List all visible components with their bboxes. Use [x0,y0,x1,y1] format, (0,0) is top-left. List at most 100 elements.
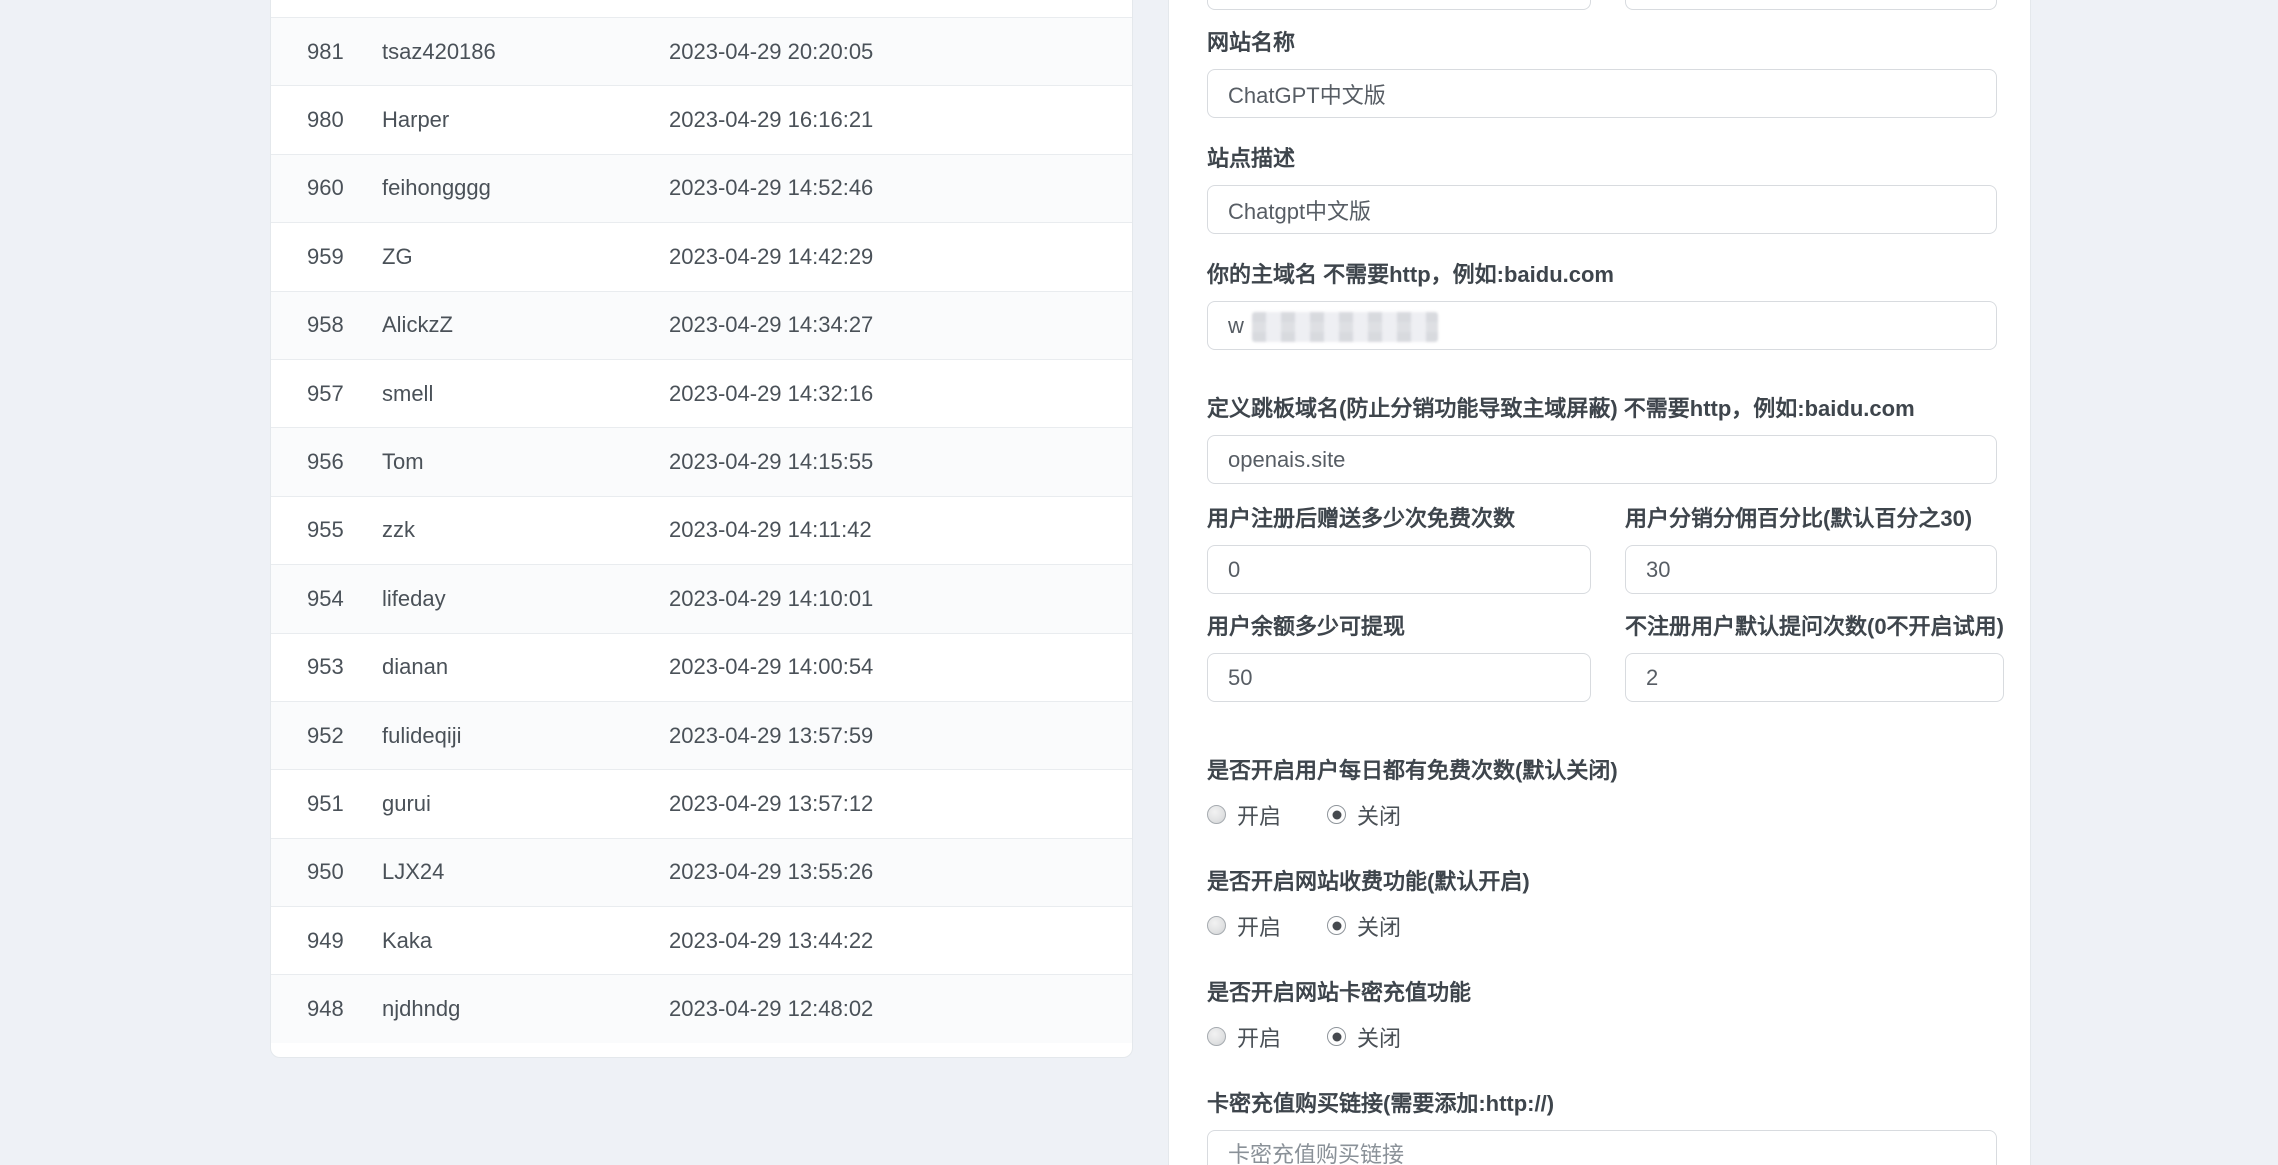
partial-input-left[interactable] [1207,0,1591,10]
radio-button-icon[interactable] [1207,1027,1226,1046]
site-name-label: 网站名称 [1207,30,1997,56]
table-row: 955 zzk 2023-04-29 14:11:42 [271,496,1132,564]
radio-section: 是否开启网站卡密充值功能 开启 关闭 [1207,980,1997,1050]
table-row: 960 feihongggg 2023-04-29 14:52:46 [271,154,1132,222]
trial-times-input[interactable] [1625,653,2004,702]
radio-button-icon[interactable] [1327,1027,1346,1046]
cell-user-id: 948 [271,975,382,1043]
jump-domain-input[interactable] [1207,435,1997,484]
radio-options: 开启 关闭 [1207,912,1997,939]
cell-user-id: 953 [271,633,382,701]
table-row: 958 AlickzZ 2023-04-29 14:34:27 [271,291,1132,359]
field-jump-domain: 定义跳板域名(防止分销功能导致主域屏蔽) 不需要http，例如:baidu.co… [1207,396,1997,484]
cell-user-id: 951 [271,770,382,838]
commission-pct-input[interactable] [1625,545,1997,594]
user-table-body: 981 tsaz420186 2023-04-29 20:20:05 980 H… [271,18,1132,1044]
cell-created-at: 2023-04-29 14:11:42 [669,496,1132,564]
radio-button-icon[interactable] [1327,805,1346,824]
radio-button-icon[interactable] [1207,805,1226,824]
table-row: 980 Harper 2023-04-29 16:16:21 [271,86,1132,154]
field-site-description: 站点描述 [1207,146,1997,234]
radio-options: 开启 关闭 [1207,801,1997,828]
cell-user-id: 980 [271,86,382,154]
field-withdraw-min: 用户余额多少可提现 [1207,614,1591,702]
radio-sections: 是否开启用户每日都有免费次数(默认关闭) 开启 关闭 是否开启网站收费功能(默认… [1207,758,1997,1050]
cell-created-at: 2023-04-29 14:32:16 [669,359,1132,427]
table-row: 952 fulideqiji 2023-04-29 13:57:59 [271,701,1132,769]
cell-created-at: 2023-04-29 14:34:27 [669,291,1132,359]
cell-username: tsaz420186 [382,18,669,86]
cell-user-id: 957 [271,359,382,427]
radio-option-label: 关闭 [1357,1021,1401,1053]
table-row: 949 Kaka 2023-04-29 13:44:22 [271,907,1132,975]
radio-options: 开启 关闭 [1207,1023,1997,1050]
table-row: 956 Tom 2023-04-29 14:15:55 [271,428,1132,496]
cell-user-id: 960 [271,154,382,222]
cell-username: dianan [382,633,669,701]
field-card-link: 卡密充值购买链接(需要添加:http://) [1207,1091,1997,1165]
cell-user-id: 956 [271,428,382,496]
cell-user-id: 950 [271,838,382,906]
table-row: 953 dianan 2023-04-29 14:00:54 [271,633,1132,701]
radio-option[interactable]: 关闭 [1327,799,1401,831]
cell-username: AlickzZ [382,291,669,359]
site-description-label: 站点描述 [1207,146,1997,172]
radio-option[interactable]: 开启 [1207,1021,1281,1053]
cell-created-at: 2023-04-29 16:16:21 [669,86,1132,154]
cell-created-at: 2023-04-29 14:10:01 [669,565,1132,633]
field-free-times: 用户注册后赠送多少次免费次数 [1207,506,1591,594]
cell-created-at: 2023-04-29 14:15:55 [669,428,1132,496]
table-row: 959 ZG 2023-04-29 14:42:29 [271,223,1132,291]
site-name-input[interactable] [1207,69,1997,118]
cell-user-id: 954 [271,565,382,633]
cell-username: Harper [382,86,669,154]
cell-username: fulideqiji [382,701,669,769]
cell-username: smell [382,359,669,427]
redaction-blur [1252,312,1438,342]
radio-section-label: 是否开启用户每日都有免费次数(默认关闭) [1207,758,1997,784]
trial-times-label: 不注册用户默认提问次数(0不开启试用) [1625,614,2004,640]
radio-button-icon[interactable] [1207,916,1226,935]
radio-option[interactable]: 关闭 [1327,1021,1401,1053]
field-commission-pct: 用户分销分佣百分比(默认百分之30) [1625,506,1997,594]
field-main-domain: 你的主域名 不需要http，例如:baidu.com w [1207,262,1997,350]
radio-section: 是否开启用户每日都有免费次数(默认关闭) 开启 关闭 [1207,758,1997,828]
cell-username: ZG [382,223,669,291]
radio-option[interactable]: 关闭 [1327,910,1401,942]
cell-user-id: 958 [271,291,382,359]
main-domain-value: w [1228,313,1244,339]
settings-form-card: 网站名称 站点描述 你的主域名 不需要http，例如:baidu.com w 定… [1168,0,2031,1165]
cell-user-id: 981 [271,18,382,86]
site-description-input[interactable] [1207,185,1997,234]
table-row: 948 njdhndg 2023-04-29 12:48:02 [271,975,1132,1043]
cell-created-at: 2023-04-29 13:55:26 [669,838,1132,906]
table-row: 957 smell 2023-04-29 14:32:16 [271,359,1132,427]
main-domain-label: 你的主域名 不需要http，例如:baidu.com [1207,262,1997,288]
radio-option-label: 开启 [1237,910,1281,942]
radio-section-label: 是否开启网站收费功能(默认开启) [1207,869,1997,895]
field-row-withdraw-trial: 用户余额多少可提现 不注册用户默认提问次数(0不开启试用) [1207,614,1997,702]
cell-username: njdhndg [382,975,669,1043]
free-times-input[interactable] [1207,545,1591,594]
card-link-input[interactable] [1207,1130,1997,1165]
cell-created-at: 2023-04-29 20:20:05 [669,18,1132,86]
radio-option[interactable]: 开启 [1207,910,1281,942]
radio-option[interactable]: 开启 [1207,799,1281,831]
cell-user-id: 959 [271,223,382,291]
card-link-label: 卡密充值购买链接(需要添加:http://) [1207,1091,1997,1117]
table-row: 954 lifeday 2023-04-29 14:10:01 [271,565,1132,633]
radio-option-label: 关闭 [1357,910,1401,942]
table-row: 981 tsaz420186 2023-04-29 20:20:05 [271,18,1132,86]
cell-created-at: 2023-04-29 13:44:22 [669,907,1132,975]
radio-option-label: 关闭 [1357,799,1401,831]
main-domain-input[interactable]: w [1207,301,1997,350]
clipped-input-row [1207,0,1997,10]
cell-username: LJX24 [382,838,669,906]
cell-username: gurui [382,770,669,838]
partial-input-right[interactable] [1625,0,1997,10]
cell-username: feihongggg [382,154,669,222]
radio-button-icon[interactable] [1327,916,1346,935]
withdraw-min-input[interactable] [1207,653,1591,702]
radio-section-label: 是否开启网站卡密充值功能 [1207,980,1997,1006]
withdraw-min-label: 用户余额多少可提现 [1207,614,1591,640]
